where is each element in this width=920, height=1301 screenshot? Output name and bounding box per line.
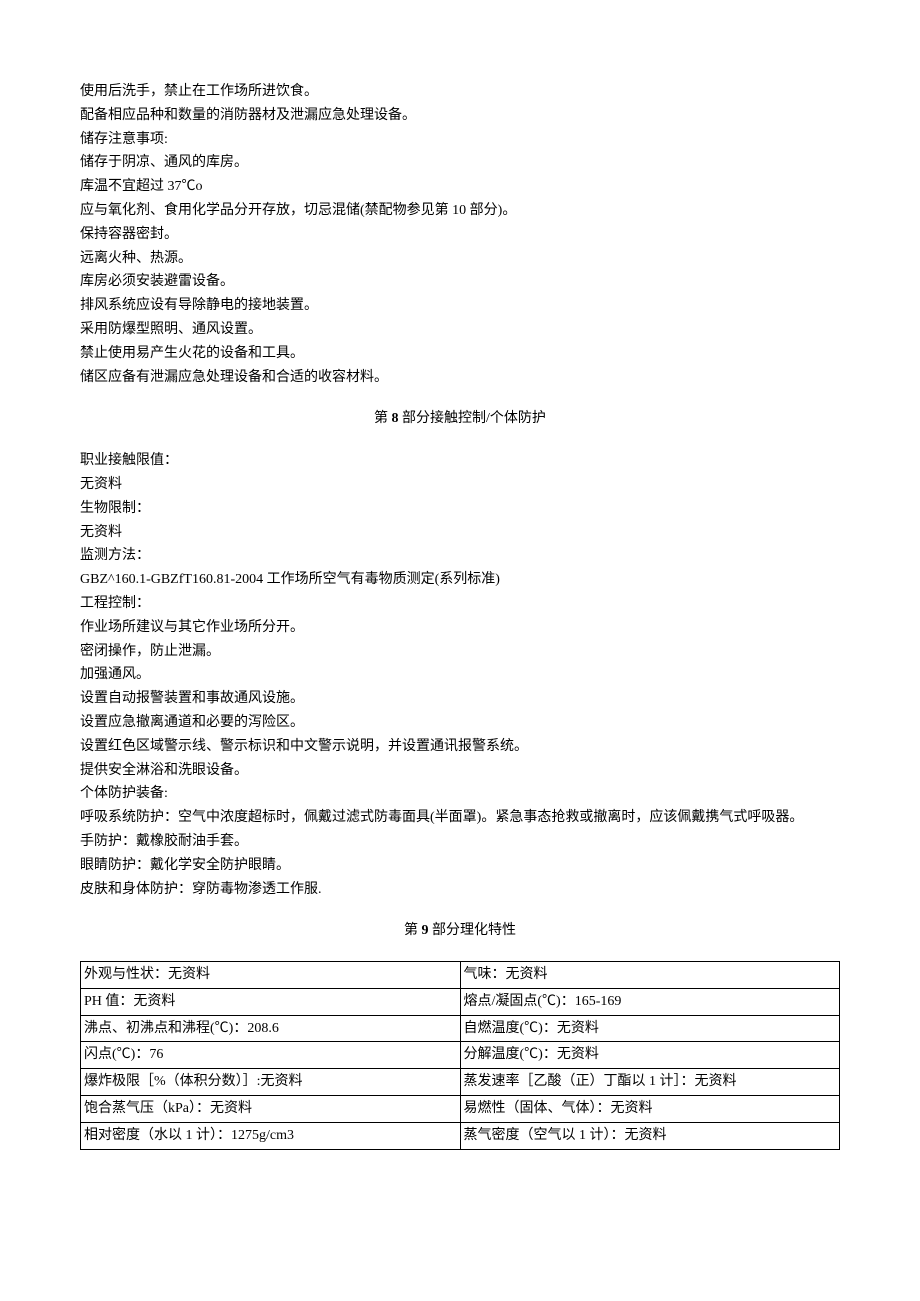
table-cell: 蒸发速率［乙酸（正）丁酯以 1 计］：无资料	[460, 1069, 840, 1096]
text-line: 无资料	[80, 521, 840, 545]
table-cell: 气味：无资料	[460, 962, 840, 989]
section7-continued: 使用后洗手，禁止在工作场所进饮食。 配备相应品种和数量的消防器材及泄漏应急处理设…	[80, 80, 840, 389]
heading-number: 9	[422, 923, 429, 938]
section8-body: 职业接触限值： 无资料 生物限制： 无资料 监测方法： GBZ^160.1-GB…	[80, 449, 840, 901]
text-line: 采用防爆型照明、通风设置。	[80, 318, 840, 342]
properties-table: 外观与性状：无资料 气味：无资料 PH 值：无资料 熔点/凝固点(℃)：165-…	[80, 961, 840, 1150]
table-row: PH 值：无资料 熔点/凝固点(℃)：165-169	[81, 988, 840, 1015]
table-row: 沸点、初沸点和沸程(℃)：208.6 自燃温度(℃)：无资料	[81, 1015, 840, 1042]
table-cell: 外观与性状：无资料	[81, 962, 461, 989]
table-row: 闪点(℃)：76 分解温度(℃)：无资料	[81, 1042, 840, 1069]
text-line: 眼睛防护：戴化学安全防护眼睛。	[80, 854, 840, 878]
text-line: 储区应备有泄漏应急处理设备和合适的收容材料。	[80, 366, 840, 390]
table-cell: 熔点/凝固点(℃)：165-169	[460, 988, 840, 1015]
table-cell: 闪点(℃)：76	[81, 1042, 461, 1069]
heading-prefix: 第	[374, 411, 392, 426]
table-cell: 沸点、初沸点和沸程(℃)：208.6	[81, 1015, 461, 1042]
section8-heading: 第 8 部分接触控制/个体防护	[80, 407, 840, 431]
table-cell: 自燃温度(℃)：无资料	[460, 1015, 840, 1042]
table-row: 相对密度（水以 1 计）：1275g/cm3 蒸气密度（空气以 1 计）：无资料	[81, 1122, 840, 1149]
text-line: 呼吸系统防护：空气中浓度超标时，佩戴过滤式防毒面具(半面罩)。紧急事态抢救或撤离…	[80, 806, 840, 830]
text-line: 排风系统应设有导除静电的接地装置。	[80, 294, 840, 318]
text-line: 使用后洗手，禁止在工作场所进饮食。	[80, 80, 840, 104]
text-line: GBZ^160.1-GBZfT160.81-2004 工作场所空气有毒物质测定(…	[80, 568, 840, 592]
text-line: 职业接触限值：	[80, 449, 840, 473]
table-row: 外观与性状：无资料 气味：无资料	[81, 962, 840, 989]
text-line: 监测方法：	[80, 544, 840, 568]
text-line: 配备相应品种和数量的消防器材及泄漏应急处理设备。	[80, 104, 840, 128]
table-cell: 分解温度(℃)：无资料	[460, 1042, 840, 1069]
section9-heading: 第 9 部分理化特性	[80, 919, 840, 943]
text-line: 设置红色区域警示线、警示标识和中文警示说明，并设置通讯报警系统。	[80, 735, 840, 759]
text-line: 储存于阴凉、通风的库房。	[80, 151, 840, 175]
text-line: 设置应急撤离通道和必要的泻险区。	[80, 711, 840, 735]
table-cell: PH 值：无资料	[81, 988, 461, 1015]
text-line: 库温不宜超过 37℃o	[80, 175, 840, 199]
text-line: 禁止使用易产生火花的设备和工具。	[80, 342, 840, 366]
text-line: 皮肤和身体防护：穿防毒物渗透工作服.	[80, 878, 840, 902]
text-line: 加强通风。	[80, 663, 840, 687]
text-line: 应与氧化剂、食用化学品分开存放，切忌混储(禁配物参见第 10 部分)。	[80, 199, 840, 223]
table-cell: 易燃性（固体、气体）：无资料	[460, 1096, 840, 1123]
heading-number: 8	[392, 411, 399, 426]
heading-prefix: 第	[404, 923, 422, 938]
table-row: 爆炸极限［%（体积分数）］:无资料 蒸发速率［乙酸（正）丁酯以 1 计］：无资料	[81, 1069, 840, 1096]
text-line: 远离火种、热源。	[80, 247, 840, 271]
table-cell: 相对密度（水以 1 计）：1275g/cm3	[81, 1122, 461, 1149]
text-line: 密闭操作，防止泄漏。	[80, 640, 840, 664]
text-line: 无资料	[80, 473, 840, 497]
text-line: 库房必须安装避雷设备。	[80, 270, 840, 294]
heading-suffix: 部分理化特性	[429, 923, 517, 938]
table-row: 饱合蒸气压（kPa）：无资料 易燃性（固体、气体）：无资料	[81, 1096, 840, 1123]
text-line: 手防护：戴橡胶耐油手套。	[80, 830, 840, 854]
table-cell: 饱合蒸气压（kPa）：无资料	[81, 1096, 461, 1123]
text-line: 工程控制：	[80, 592, 840, 616]
text-line: 提供安全淋浴和洗眼设备。	[80, 759, 840, 783]
heading-suffix: 部分接触控制/个体防护	[399, 411, 546, 426]
text-line: 生物限制：	[80, 497, 840, 521]
table-cell: 蒸气密度（空气以 1 计）：无资料	[460, 1122, 840, 1149]
table-cell: 爆炸极限［%（体积分数）］:无资料	[81, 1069, 461, 1096]
text-line: 保持容器密封。	[80, 223, 840, 247]
text-line: 设置自动报警装置和事故通风设施。	[80, 687, 840, 711]
text-line: 个体防护装备:	[80, 782, 840, 806]
text-line: 储存注意事项:	[80, 128, 840, 152]
text-line: 作业场所建议与其它作业场所分开。	[80, 616, 840, 640]
